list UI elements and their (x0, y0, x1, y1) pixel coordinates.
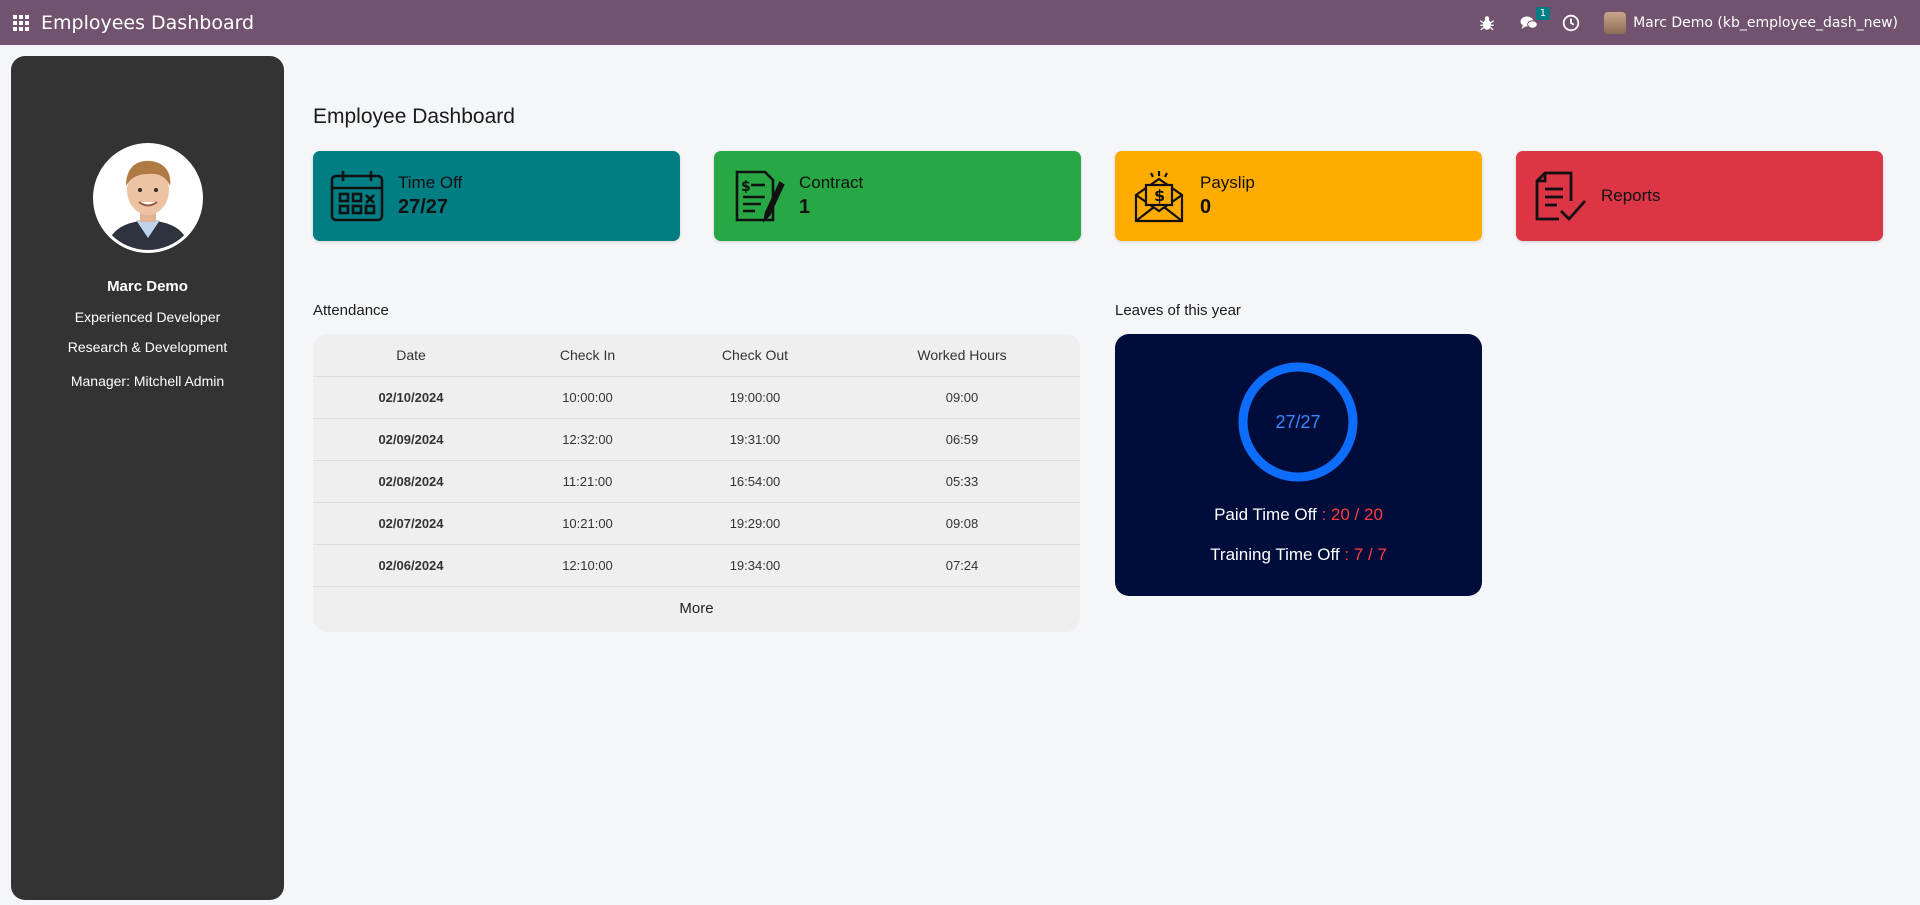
leaves-progress-ring: 27/27 (1236, 360, 1360, 484)
cell-worked-hours: 06:59 (844, 418, 1080, 461)
leaves-ring-label: 27/27 (1275, 411, 1321, 432)
contract-label: Contract (799, 173, 864, 192)
cell-date: 02/08/2024 (313, 460, 509, 503)
cell-worked-hours: 09:08 (844, 502, 1080, 545)
cell-check-out: 16:54:00 (666, 460, 844, 503)
payslip-label: Payslip (1200, 173, 1255, 192)
calendar-icon (328, 167, 386, 225)
training-time-off-label: Training Time Off (1210, 545, 1340, 564)
cell-worked-hours: 05:33 (844, 460, 1080, 503)
cell-check-out: 19:31:00 (666, 418, 844, 461)
messages-icon[interactable]: 1 (1518, 6, 1551, 34)
cell-date: 02/10/2024 (313, 376, 509, 419)
employee-department: Research & Development (67, 339, 228, 355)
page-title: Employee Dashboard (313, 105, 515, 128)
contract-value: 1 (799, 196, 811, 218)
attendance-table: Date Check In Check Out Worked Hours 02/… (313, 334, 1080, 632)
employee-job-title: Experienced Developer (74, 309, 221, 325)
column-header-check-in: Check In (509, 334, 666, 377)
employee-name: Marc Demo (107, 278, 188, 295)
time-off-card[interactable]: Time Off 27/27 (313, 151, 680, 241)
user-menu[interactable]: Marc Demo (kb_employee_dash_new) (1604, 11, 1898, 34)
table-row: 02/07/2024 10:21:00 19:29:00 09:08 (313, 502, 1080, 545)
cell-check-out: 19:29:00 (666, 502, 844, 545)
reports-card[interactable]: Reports (1516, 151, 1883, 241)
leaves-title: Leaves of this year (1115, 302, 1241, 319)
cell-date: 02/07/2024 (313, 502, 509, 545)
app-title[interactable]: Employees Dashboard (41, 12, 254, 34)
training-time-off-line: Training Time Off : 7 / 7 (1115, 545, 1482, 565)
payslip-card[interactable]: $ Payslip 0 (1115, 151, 1482, 241)
top-navbar: Employees Dashboard 1 Marc Demo (kb_empl… (0, 0, 1920, 45)
contract-document-icon: $ (729, 167, 787, 225)
activity-clock-icon[interactable] (1560, 12, 1582, 34)
user-name: Marc Demo (kb_employee_dash_new) (1633, 14, 1898, 31)
paid-time-off-value: : 20 / 20 (1316, 505, 1383, 524)
column-header-date: Date (313, 334, 509, 377)
leaves-summary-card: 27/27 Paid Time Off : 20 / 20 Training T… (1115, 334, 1482, 596)
cell-worked-hours: 09:00 (844, 376, 1080, 419)
bug-icon[interactable] (1476, 12, 1498, 34)
table-header-row: Date Check In Check Out Worked Hours (313, 334, 1080, 377)
cell-date: 02/09/2024 (313, 418, 509, 461)
table-row: 02/08/2024 11:21:00 16:54:00 05:33 (313, 460, 1080, 503)
reports-label: Reports (1601, 186, 1661, 205)
time-off-label: Time Off (398, 173, 463, 192)
training-time-off-value: : 7 / 7 (1339, 545, 1387, 564)
more-button[interactable]: More (313, 600, 1080, 617)
svg-text:$: $ (741, 179, 751, 195)
time-off-value: 27/27 (398, 196, 449, 218)
messages-count-badge: 1 (1535, 6, 1551, 20)
navbar-systray: 1 Marc Demo (kb_employee_dash_new) (1456, 0, 1920, 45)
table-row: 02/06/2024 12:10:00 19:34:00 07:24 (313, 544, 1080, 587)
user-avatar (1604, 11, 1627, 34)
employee-manager: Manager: Mitchell Admin (70, 373, 225, 389)
payslip-envelope-icon: $ (1130, 167, 1188, 225)
cell-check-in: 12:32:00 (509, 418, 666, 461)
cell-check-in: 12:10:00 (509, 544, 666, 587)
svg-text:$: $ (1154, 186, 1165, 205)
cell-check-out: 19:00:00 (666, 376, 844, 419)
cell-check-in: 10:00:00 (509, 376, 666, 419)
paid-time-off-label: Paid Time Off (1214, 505, 1317, 524)
attendance-title: Attendance (313, 302, 389, 319)
contract-card[interactable]: $ Contract 1 (714, 151, 1081, 241)
table-row: 02/10/2024 10:00:00 19:00:00 09:00 (313, 376, 1080, 419)
cell-worked-hours: 07:24 (844, 544, 1080, 587)
payslip-value: 0 (1200, 196, 1212, 218)
cell-check-in: 10:21:00 (509, 502, 666, 545)
report-check-icon (1531, 167, 1589, 225)
cell-check-in: 11:21:00 (509, 460, 666, 503)
apps-menu-icon[interactable] (13, 14, 29, 31)
table-row: 02/09/2024 12:32:00 19:31:00 06:59 (313, 418, 1080, 461)
paid-time-off-line: Paid Time Off : 20 / 20 (1115, 505, 1482, 525)
cell-check-out: 19:34:00 (666, 544, 844, 587)
column-header-check-out: Check Out (666, 334, 844, 377)
cell-date: 02/06/2024 (313, 544, 509, 587)
profile-avatar (92, 143, 203, 253)
column-header-worked-hours: Worked Hours (844, 334, 1080, 377)
employee-profile-sidebar: Marc Demo Experienced Developer Research… (11, 56, 284, 900)
